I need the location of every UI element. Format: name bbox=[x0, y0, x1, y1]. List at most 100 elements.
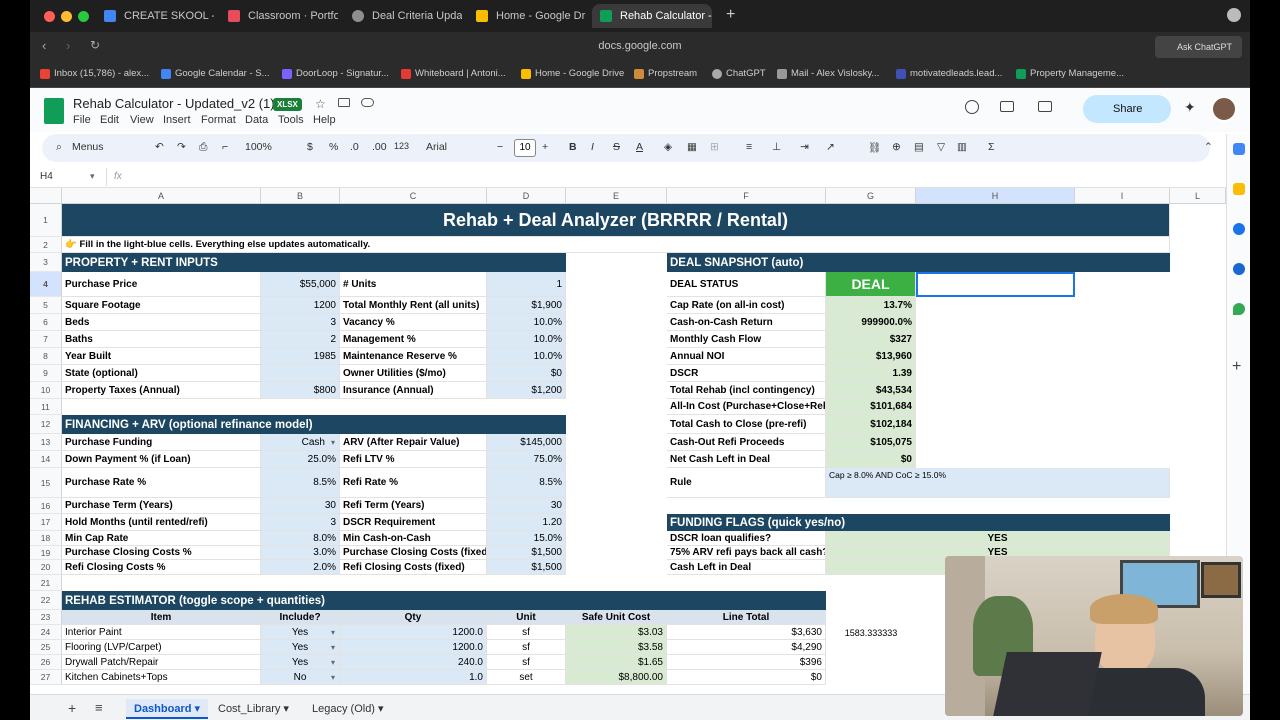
row-header-5[interactable]: 5 bbox=[30, 297, 62, 314]
section-header-snapshot[interactable]: DEAL SNAPSHOT (auto) bbox=[667, 253, 1170, 272]
font-size-input[interactable]: 10 bbox=[514, 139, 536, 157]
section-header-flags[interactable]: FUNDING FLAGS (quick yes/no) bbox=[667, 514, 1170, 531]
keep-icon[interactable] bbox=[1233, 183, 1245, 195]
input-label[interactable]: Purchase Price bbox=[62, 272, 261, 297]
row-header-21[interactable]: 21 bbox=[30, 575, 62, 591]
browser-tab[interactable]: Home - Google Drive bbox=[468, 4, 586, 28]
row-header-2[interactable]: 2 bbox=[30, 237, 62, 253]
input-label[interactable]: Purchase Closing Costs (fixed) bbox=[340, 546, 487, 560]
row-header-24[interactable]: 24 bbox=[30, 625, 62, 640]
row-header-11[interactable]: 11 bbox=[30, 399, 62, 415]
row-header-18[interactable]: 18 bbox=[30, 531, 62, 546]
rehab-item[interactable]: Drywall Patch/Repair bbox=[62, 655, 261, 670]
browser-tab[interactable]: Classroom · Portfolio bbox=[220, 4, 338, 28]
menu-file[interactable]: File bbox=[73, 114, 91, 126]
input-cell[interactable]: 8.5% bbox=[261, 468, 340, 498]
zoom-select[interactable]: 100% bbox=[245, 141, 272, 153]
filter-icon[interactable]: ▽ bbox=[937, 141, 945, 153]
meet-icon[interactable] bbox=[1038, 101, 1052, 112]
bookmark-item[interactable]: Whiteboard | Antoni... bbox=[401, 68, 506, 79]
star-icon[interactable]: ☆ bbox=[315, 97, 326, 111]
input-cell[interactable]: 1.20 bbox=[487, 514, 566, 531]
menu-data[interactable]: Data bbox=[245, 114, 268, 126]
input-label[interactable]: Total Monthly Rent (all units) bbox=[340, 297, 487, 314]
snapshot-value[interactable]: 1.39 bbox=[826, 365, 916, 382]
deal-status-badge[interactable]: DEAL bbox=[826, 272, 916, 297]
rehab-include-dropdown[interactable]: Yes bbox=[261, 655, 340, 670]
input-cell[interactable]: 75.0% bbox=[487, 451, 566, 468]
input-cell[interactable]: 25.0% bbox=[261, 451, 340, 468]
row-header-20[interactable]: 20 bbox=[30, 560, 62, 575]
rehab-unit[interactable]: sf bbox=[487, 655, 566, 670]
input-cell[interactable]: Cash bbox=[261, 434, 340, 451]
add-sheet-icon[interactable]: + bbox=[68, 700, 76, 716]
avatar[interactable] bbox=[1211, 96, 1237, 122]
column-header-l[interactable]: L bbox=[1170, 188, 1226, 204]
rehab-line-total[interactable]: $396 bbox=[667, 655, 826, 670]
rehab-item[interactable]: Kitchen Cabinets+Tops bbox=[62, 670, 261, 685]
rehab-include-dropdown[interactable]: Yes bbox=[261, 640, 340, 655]
paint-format-icon[interactable]: ⌐ bbox=[222, 141, 228, 153]
name-box-dropdown-icon[interactable]: ▾ bbox=[90, 171, 95, 182]
rehab-column-header[interactable]: Safe Unit Cost bbox=[566, 610, 667, 625]
section-header-property[interactable]: PROPERTY + RENT INPUTS bbox=[62, 253, 566, 272]
input-label[interactable]: Purchase Term (Years) bbox=[62, 498, 261, 514]
comments-icon[interactable] bbox=[1000, 101, 1014, 112]
rehab-qty[interactable]: 1.0 bbox=[340, 670, 487, 685]
input-label[interactable]: Purchase Closing Costs % bbox=[62, 546, 261, 560]
input-cell[interactable]: $1,500 bbox=[487, 560, 566, 575]
menu-help[interactable]: Help bbox=[313, 114, 336, 126]
sheet-tab-menu-icon[interactable]: ▾ bbox=[195, 703, 201, 715]
sheet-tab-cost-library[interactable]: Cost_Library ▾ bbox=[210, 699, 297, 719]
close-window-icon[interactable] bbox=[44, 11, 55, 22]
increase-decimal-button[interactable]: .00 bbox=[372, 141, 387, 153]
print-icon[interactable]: ⎙ bbox=[199, 141, 207, 154]
input-cell[interactable]: 1 bbox=[487, 272, 566, 297]
input-label[interactable]: Beds bbox=[62, 314, 261, 331]
row-header-23[interactable]: 23 bbox=[30, 610, 62, 625]
rehab-unit-cost[interactable]: $8,800.00 bbox=[566, 670, 667, 685]
input-cell[interactable]: 1200 bbox=[261, 297, 340, 314]
rehab-item[interactable]: Flooring (LVP/Carpet) bbox=[62, 640, 261, 655]
rehab-qty[interactable]: 1200.0 bbox=[340, 640, 487, 655]
horizontal-align-icon[interactable]: ≡ bbox=[746, 141, 752, 153]
search-icon[interactable]: ⌕ bbox=[56, 141, 62, 154]
input-label[interactable]: Hold Months (until rented/refi) bbox=[62, 514, 261, 531]
flag-label[interactable]: 75% ARV refi pays back all cash? bbox=[667, 546, 826, 560]
row-header-7[interactable]: 7 bbox=[30, 331, 62, 348]
rehab-unit[interactable]: set bbox=[487, 670, 566, 685]
fill-color-icon[interactable]: ◈ bbox=[664, 141, 672, 153]
sheet-tab-menu-icon[interactable]: ▾ bbox=[378, 703, 384, 715]
row-header-1[interactable]: 1 bbox=[30, 204, 62, 237]
input-cell[interactable]: 2.0% bbox=[261, 560, 340, 575]
input-label[interactable]: Maintenance Reserve % bbox=[340, 348, 487, 365]
undo-icon[interactable]: ↶ bbox=[155, 141, 164, 153]
move-folder-icon[interactable] bbox=[338, 98, 350, 107]
row-header-9[interactable]: 9 bbox=[30, 365, 62, 382]
filter-views-icon[interactable]: ▥ bbox=[957, 141, 967, 153]
sheet-tab-dashboard[interactable]: Dashboard ▾ bbox=[126, 699, 209, 719]
row-header-19[interactable]: 19 bbox=[30, 546, 62, 560]
row-header-4[interactable]: 4 bbox=[30, 272, 62, 297]
column-header-g[interactable]: G bbox=[826, 188, 916, 204]
input-cell[interactable]: 8.0% bbox=[261, 531, 340, 546]
row-header-25[interactable]: 25 bbox=[30, 640, 62, 655]
browser-tab[interactable]: CREATE SKOOL - Go bbox=[96, 4, 214, 28]
snapshot-label[interactable]: All-In Cost (Purchase+Close+Rehab) bbox=[667, 399, 826, 415]
selected-cell-h4[interactable] bbox=[916, 272, 1075, 297]
column-header-h[interactable]: H bbox=[916, 188, 1075, 204]
snapshot-label[interactable]: Cash-on-Cash Return bbox=[667, 314, 826, 331]
profile-icon[interactable] bbox=[1227, 8, 1241, 22]
input-cell[interactable]: 3 bbox=[261, 314, 340, 331]
input-cell[interactable]: $800 bbox=[261, 382, 340, 399]
input-cell[interactable]: $0 bbox=[487, 365, 566, 382]
snapshot-value[interactable]: 13.7% bbox=[826, 297, 916, 314]
insert-link-icon[interactable]: ⛓ bbox=[868, 141, 881, 154]
currency-format-button[interactable]: $ bbox=[307, 141, 313, 153]
input-label[interactable]: Property Taxes (Annual) bbox=[62, 382, 261, 399]
font-size-increase-icon[interactable]: + bbox=[542, 141, 548, 153]
snapshot-value[interactable]: $0 bbox=[826, 451, 916, 468]
snapshot-value[interactable]: $102,184 bbox=[826, 415, 916, 434]
snapshot-label[interactable]: Total Rehab (incl contingency) bbox=[667, 382, 826, 399]
input-cell[interactable] bbox=[261, 365, 340, 382]
